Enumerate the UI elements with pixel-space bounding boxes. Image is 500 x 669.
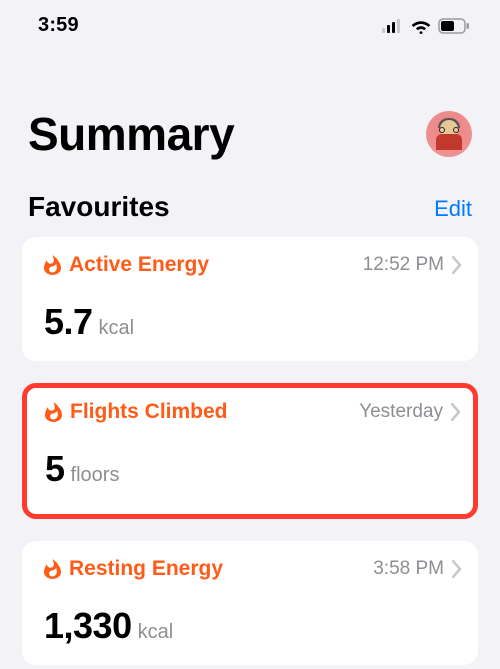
card-resting-energy[interactable]: Resting Energy 3:58 PM 1,330 kcal bbox=[22, 541, 478, 665]
chevron-right-icon bbox=[452, 256, 462, 274]
card-unit: kcal bbox=[138, 621, 174, 644]
card-timestamp: 12:52 PM bbox=[363, 254, 444, 276]
card-timestamp: Yesterday bbox=[359, 401, 443, 423]
flame-icon bbox=[45, 402, 62, 422]
flame-icon bbox=[44, 559, 61, 579]
favourites-title: Favourites bbox=[28, 191, 170, 223]
card-title: Active Energy bbox=[69, 253, 209, 277]
card-title: Resting Energy bbox=[69, 557, 223, 581]
card-value: 5 bbox=[45, 448, 65, 490]
flame-icon bbox=[44, 255, 61, 275]
chevron-right-icon bbox=[452, 560, 462, 578]
card-flights-climbed[interactable]: Flights Climbed Yesterday 5 floors bbox=[22, 383, 478, 519]
avatar[interactable] bbox=[426, 111, 472, 157]
cellular-icon bbox=[382, 19, 404, 33]
chevron-right-icon bbox=[451, 403, 461, 421]
status-time: 3:59 bbox=[38, 14, 79, 37]
favourites-header: Favourites Edit bbox=[0, 165, 500, 231]
card-value: 1,330 bbox=[44, 605, 132, 647]
battery-icon bbox=[438, 18, 470, 34]
status-bar: 3:59 bbox=[0, 0, 500, 45]
favourites-list: Active Energy 12:52 PM 5.7 kcal Flights … bbox=[0, 231, 500, 665]
card-timestamp: 3:58 PM bbox=[373, 558, 444, 580]
card-value: 5.7 bbox=[44, 301, 93, 343]
card-unit: floors bbox=[71, 464, 120, 487]
page-title: Summary bbox=[28, 107, 234, 161]
wifi-icon bbox=[410, 18, 432, 34]
status-indicators bbox=[382, 18, 470, 34]
card-title: Flights Climbed bbox=[70, 400, 228, 424]
card-unit: kcal bbox=[99, 317, 135, 340]
header: Summary bbox=[0, 45, 500, 165]
edit-button[interactable]: Edit bbox=[434, 196, 472, 222]
card-active-energy[interactable]: Active Energy 12:52 PM 5.7 kcal bbox=[22, 237, 478, 361]
